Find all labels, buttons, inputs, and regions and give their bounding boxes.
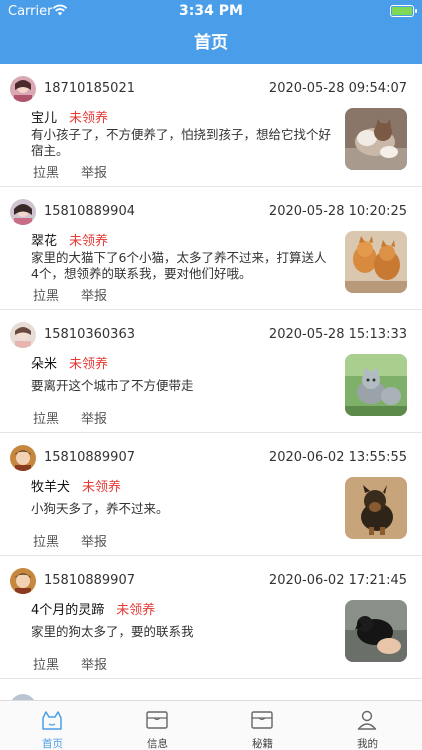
profile-icon bbox=[357, 710, 377, 730]
blacklist-button[interactable]: 拉黑 bbox=[33, 412, 59, 427]
pet-name-row: 4个月的灵蹄 未领养 bbox=[31, 599, 155, 618]
pet-name-row: 翠花 未领养 bbox=[31, 230, 108, 249]
user-avatar[interactable] bbox=[10, 445, 36, 471]
post-time: 2020-06-02 17:21:45 bbox=[268, 573, 407, 588]
pet-name: 朵米 bbox=[31, 357, 58, 372]
pet-photo[interactable] bbox=[345, 231, 407, 293]
user-avatar[interactable] bbox=[10, 76, 36, 102]
post-actions: 拉黑 举报 bbox=[33, 285, 129, 304]
tab-home[interactable]: 首页 bbox=[0, 701, 105, 750]
pet-name-row: 朵米 未领养 bbox=[31, 353, 108, 372]
tab-profile[interactable]: 我的 bbox=[315, 701, 420, 750]
pet-name: 宝儿 bbox=[31, 111, 58, 126]
post-card[interactable]: 15810360363 2020-05-28 15:13:33 朵米 未领养 要离… bbox=[0, 310, 422, 433]
tab-label: 我的 bbox=[357, 738, 378, 750]
report-button[interactable]: 举报 bbox=[81, 412, 107, 427]
blacklist-button[interactable]: 拉黑 bbox=[33, 535, 59, 550]
tab-messages[interactable]: 信息 bbox=[105, 701, 210, 750]
poster-phone: 15810889904 bbox=[44, 204, 135, 219]
tab-guides[interactable]: 秘籍 bbox=[210, 701, 315, 750]
post-actions: 拉黑 举报 bbox=[33, 654, 129, 673]
post-list[interactable]: 18710185021 2020-05-28 09:54:07 宝儿 未领养 有小… bbox=[0, 64, 422, 700]
pet-name: 翠花 bbox=[31, 234, 58, 249]
post-time: 2020-06-02 13:55:55 bbox=[268, 450, 407, 465]
clock: 3:34 PM bbox=[179, 3, 243, 19]
report-button[interactable]: 举报 bbox=[81, 658, 107, 673]
poster-phone: 15810889907 bbox=[44, 450, 135, 465]
adoption-status: 未领养 bbox=[69, 111, 109, 126]
post-description: 家里的大猫下了6个小猫，太多了养不过来，打算送人4个，想领养的联系我，要对他们好… bbox=[31, 250, 327, 281]
poster-phone: 15810360363 bbox=[44, 327, 135, 342]
post-description: 要离开这个城市了不方便带走 bbox=[31, 378, 194, 393]
blacklist-button[interactable]: 拉黑 bbox=[33, 289, 59, 304]
tab-label: 首页 bbox=[42, 738, 63, 750]
pet-name: 4个月的灵蹄 bbox=[31, 603, 105, 618]
pet-name: 牧羊犬 bbox=[31, 480, 71, 495]
pet-photo[interactable] bbox=[345, 600, 407, 662]
adoption-status: 未领养 bbox=[69, 234, 109, 249]
post-time: 2020-05-28 09:54:07 bbox=[268, 81, 407, 96]
post-actions: 拉黑 举报 bbox=[33, 408, 129, 427]
status-bar: Carrier 3:34 PM bbox=[0, 0, 422, 22]
nav-bar: 首页 bbox=[0, 22, 422, 64]
adoption-status: 未领养 bbox=[116, 603, 156, 618]
post-time: 2020-05-28 10:20:25 bbox=[268, 204, 407, 219]
report-button[interactable]: 举报 bbox=[81, 166, 107, 181]
blacklist-button[interactable]: 拉黑 bbox=[33, 166, 59, 181]
post-description: 小狗天多了，养不过来。 bbox=[31, 501, 169, 516]
tab-label: 秘籍 bbox=[252, 738, 273, 750]
pet-photo[interactable] bbox=[345, 108, 407, 170]
message-icon bbox=[146, 711, 168, 729]
pet-name-row: 牧羊犬 未领养 bbox=[31, 476, 121, 495]
post-description: 有小孩子了，不方便养了，怕挠到孩子，想给它找个好宿主。 bbox=[31, 127, 332, 158]
user-avatar[interactable] bbox=[10, 568, 36, 594]
adoption-status: 未领养 bbox=[69, 357, 109, 372]
page-title: 首页 bbox=[194, 33, 228, 53]
post-time: 2020-05-28 15:13:33 bbox=[268, 327, 407, 342]
pet-photo[interactable] bbox=[345, 477, 407, 539]
tab-bar: 首页 信息 秘籍 我的 bbox=[0, 700, 422, 750]
user-avatar[interactable] bbox=[10, 322, 36, 348]
adoption-status: 未领养 bbox=[82, 480, 122, 495]
blacklist-button[interactable]: 拉黑 bbox=[33, 658, 59, 673]
report-button[interactable]: 举报 bbox=[81, 289, 107, 304]
poster-phone: 18710185021 bbox=[44, 81, 135, 96]
poster-phone: 15810889907 bbox=[44, 573, 135, 588]
post-card[interactable]: 15810889907 2020-06-02 13:55:55 牧羊犬 未领养 小… bbox=[0, 433, 422, 556]
home-icon bbox=[42, 711, 62, 730]
battery-icon bbox=[390, 5, 417, 17]
post-description: 家里的狗太多了，要的联系我 bbox=[31, 624, 194, 639]
book-icon bbox=[251, 711, 273, 729]
tab-label: 信息 bbox=[147, 738, 168, 750]
post-actions: 拉黑 举报 bbox=[33, 162, 129, 181]
post-card[interactable]: 15810889904 2020-05-28 10:20:25 翠花 未领养 家里… bbox=[0, 187, 422, 310]
user-avatar[interactable] bbox=[10, 199, 36, 225]
post-card[interactable]: 15810889907 2020-06-02 17:21:45 4个月的灵蹄 未领… bbox=[0, 556, 422, 679]
post-actions: 拉黑 举报 bbox=[33, 531, 129, 550]
post-card[interactable]: 18710185021 2020-05-28 09:54:07 宝儿 未领养 有小… bbox=[0, 64, 422, 187]
app-screen: Carrier 3:34 PM 首页 18710185021 2020-05-2… bbox=[0, 0, 422, 750]
pet-name-row: 宝儿 未领养 bbox=[31, 107, 108, 126]
report-button[interactable]: 举报 bbox=[81, 535, 107, 550]
pet-photo[interactable] bbox=[345, 354, 407, 416]
